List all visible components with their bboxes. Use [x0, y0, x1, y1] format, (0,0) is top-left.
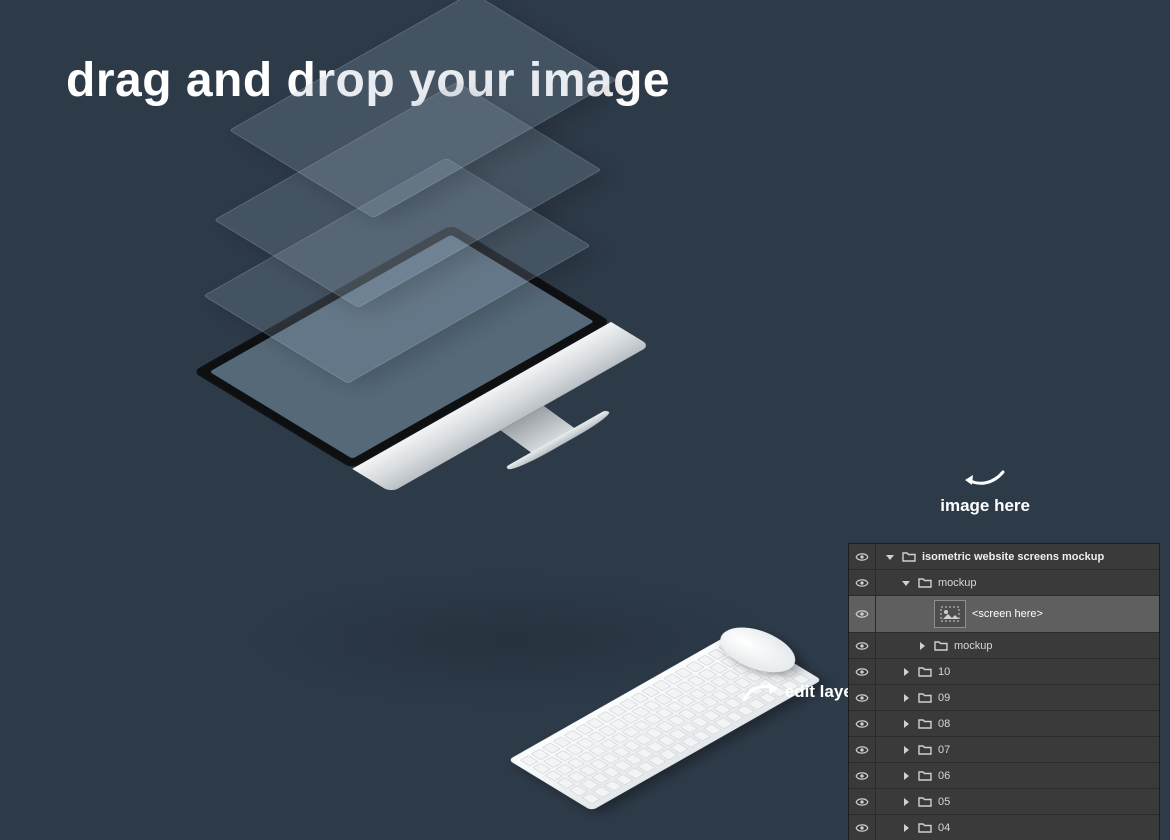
visibility-toggle[interactable] [849, 659, 876, 684]
layer-row[interactable]: isometric website screens mockup [849, 544, 1159, 569]
disclosure-toggle[interactable] [916, 642, 928, 650]
disclosure-toggle[interactable] [900, 668, 912, 676]
layers-panel[interactable]: isometric website screens mockup mockup <s… [848, 543, 1160, 840]
visibility-toggle[interactable] [849, 633, 876, 658]
visibility-toggle[interactable] [849, 685, 876, 710]
callout-label: image here [940, 496, 1030, 516]
visibility-toggle[interactable] [849, 596, 876, 632]
layer-row[interactable]: <screen here> [849, 595, 1159, 632]
layer-name[interactable]: 08 [938, 718, 950, 730]
disclosure-toggle[interactable] [900, 772, 912, 780]
disclosure-toggle[interactable] [900, 746, 912, 754]
layer-name[interactable]: 06 [938, 770, 950, 782]
disclosure-toggle[interactable] [900, 694, 912, 702]
callout-image-here: image here [940, 466, 1030, 516]
visibility-toggle[interactable] [849, 763, 876, 788]
arrow-right-curve-icon [740, 680, 780, 704]
layer-row[interactable]: 09 [849, 684, 1159, 710]
layer-name[interactable]: 07 [938, 744, 950, 756]
layer-name[interactable]: 10 [938, 666, 950, 678]
arrow-left-curve-icon [963, 466, 1007, 490]
disclosure-toggle[interactable] [900, 824, 912, 832]
disclosure-toggle[interactable] [884, 553, 896, 561]
layer-row[interactable]: 08 [849, 710, 1159, 736]
layer-name[interactable]: isometric website screens mockup [922, 551, 1104, 563]
layer-row[interactable]: 04 [849, 814, 1159, 840]
layer-row[interactable]: mockup [849, 632, 1159, 658]
layer-row[interactable]: 05 [849, 788, 1159, 814]
visibility-toggle[interactable] [849, 737, 876, 762]
visibility-toggle[interactable] [849, 815, 876, 840]
layer-name[interactable]: <screen here> [972, 608, 1043, 620]
visibility-toggle[interactable] [849, 711, 876, 736]
layer-row[interactable]: 06 [849, 762, 1159, 788]
layer-name[interactable]: mockup [954, 640, 993, 652]
layer-name[interactable]: mockup [938, 577, 977, 589]
layer-row[interactable]: 10 [849, 658, 1159, 684]
layer-name[interactable]: 05 [938, 796, 950, 808]
disclosure-toggle[interactable] [900, 720, 912, 728]
layer-row[interactable]: mockup [849, 569, 1159, 595]
layer-row[interactable]: 07 [849, 736, 1159, 762]
visibility-toggle[interactable] [849, 544, 876, 569]
imac-device [192, 225, 687, 516]
layer-thumbnail[interactable] [934, 600, 966, 628]
layer-name[interactable]: 09 [938, 692, 950, 704]
disclosure-toggle[interactable] [900, 798, 912, 806]
isometric-mockup-render [190, 150, 890, 770]
disclosure-toggle[interactable] [900, 579, 912, 587]
visibility-toggle[interactable] [849, 570, 876, 595]
visibility-toggle[interactable] [849, 789, 876, 814]
layer-name[interactable]: 04 [938, 822, 950, 834]
